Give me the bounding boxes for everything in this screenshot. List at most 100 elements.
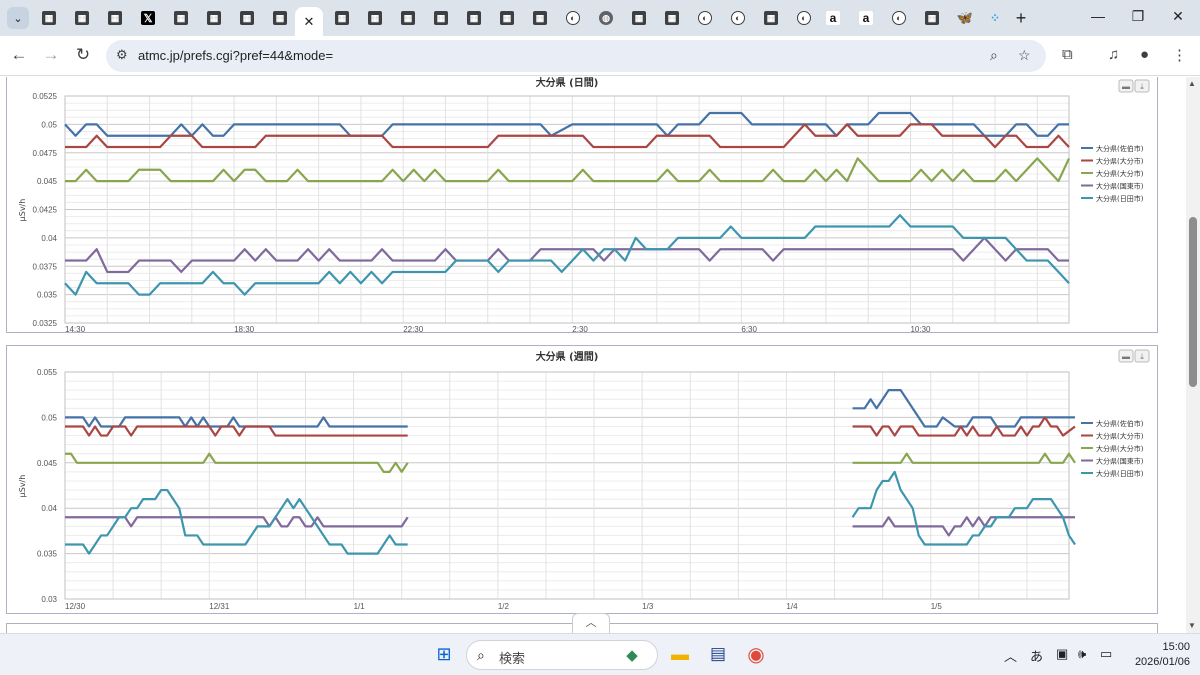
clock-date: 2026/01/06 — [1134, 656, 1190, 668]
address-bar[interactable]: ⚙ atmc.jp/prefs.cgi?pref=44&mode= ⌕ ☆ — [106, 40, 1046, 72]
tab[interactable]: a — [855, 7, 877, 29]
chart-title: 大分県 (週間) — [536, 350, 599, 363]
tab[interactable]: ◐ — [727, 7, 749, 29]
notepad-icon[interactable]: ▤ — [706, 642, 730, 666]
forward-arrow-icon[interactable]: → — [40, 45, 62, 65]
site-favicon-icon: ▦ — [500, 11, 514, 25]
close-icon[interactable]: ✕ — [304, 14, 315, 30]
scroll-to-top-button[interactable]: ︿ — [572, 613, 610, 633]
page-scrollbar[interactable]: ▲ ▼ — [1186, 77, 1200, 633]
x-tick-label: 1/3 — [642, 602, 654, 611]
restore-icon[interactable]: ❐ — [1128, 8, 1148, 25]
url-text[interactable]: atmc.jp/prefs.cgi?pref=44&mode= — [138, 48, 333, 63]
network-icon[interactable]: ▣ — [1056, 646, 1068, 662]
tab[interactable]: ▦ — [104, 7, 126, 29]
tab[interactable]: ▦ — [364, 7, 386, 29]
menu-kebab-icon[interactable]: ⋮ — [1172, 46, 1187, 64]
tab[interactable]: ▦ — [236, 7, 258, 29]
site-info-icon[interactable]: ⚙ — [116, 47, 128, 63]
tab[interactable]: ▦ — [203, 7, 225, 29]
circle-favicon-icon: ◐ — [797, 11, 811, 25]
scroll-up-icon[interactable]: ▲ — [1188, 79, 1196, 88]
media-controls-icon[interactable]: ♫ — [1108, 46, 1119, 63]
tab[interactable]: ▦ — [397, 7, 419, 29]
tab[interactable]: ▦ — [760, 7, 782, 29]
tab[interactable]: ▦ — [170, 7, 192, 29]
x-tick-label: 10:30 — [910, 325, 931, 334]
tab[interactable]: ▦ — [38, 7, 60, 29]
x-tick-label: 1/2 — [498, 602, 510, 611]
weekly-chart: 0.03 0.035 0.04 0.045 0.05 0.055 12/30 12/31 1/1… — [18, 349, 1150, 611]
tab[interactable]: ▦ — [628, 7, 650, 29]
legend-label: 大分県(佐伯市) — [1096, 144, 1144, 153]
browser-toolbar: ← → ↻ ⚙ atmc.jp/prefs.cgi?pref=44&mode= … — [0, 36, 1200, 76]
tab[interactable]: ▦ — [331, 7, 353, 29]
tab[interactable]: ▦ — [529, 7, 551, 29]
tab[interactable]: ◐ — [694, 7, 716, 29]
file-explorer-icon[interactable]: ▬ — [668, 642, 692, 666]
x-tick-label: 12/31 — [209, 602, 230, 611]
plot-area-border — [64, 371, 1070, 600]
tab[interactable]: ▦ — [430, 7, 452, 29]
tab[interactable]: a — [822, 7, 844, 29]
scroll-down-icon[interactable]: ▼ — [1188, 621, 1196, 630]
y-tick-label: 0.045 — [37, 459, 58, 468]
tab-search-button[interactable]: ⌄ — [7, 7, 29, 29]
windows-start-icon[interactable]: ⊞ — [432, 642, 456, 666]
tab-strip: ⌄ ▦ ▦ ▦ 𝕏 ▦ ▦ ▦ ▦ ✕ ▦ ▦ ▦ ▦ ▦ ▦ ▦ ◐ ◍ ▦ … — [0, 0, 1200, 36]
tab[interactable]: ◐ — [793, 7, 815, 29]
tab[interactable]: 🦋 — [954, 7, 976, 29]
tab-active[interactable]: ✕ — [295, 7, 323, 36]
series-line — [65, 157, 1070, 183]
close-window-icon[interactable]: ✕ — [1168, 8, 1188, 25]
series-line — [65, 416, 408, 428]
battery-icon[interactable]: ▭ — [1100, 646, 1112, 662]
tab[interactable]: 𝕏 — [137, 7, 159, 29]
legend-label: 大分県(大分市) — [1096, 444, 1144, 453]
site-favicon-icon: ▦ — [108, 11, 122, 25]
x-logo-icon: 𝕏 — [141, 11, 155, 25]
x-tick-label: 22:30 — [403, 325, 424, 334]
reload-icon[interactable]: ↻ — [72, 45, 94, 65]
tab[interactable]: ◐ — [888, 7, 910, 29]
tab[interactable]: ◍ — [595, 7, 617, 29]
site-favicon-icon: ▦ — [368, 11, 382, 25]
tab[interactable]: ▦ — [269, 7, 291, 29]
widgets-icon[interactable]: ◆ — [620, 643, 644, 667]
chevron-up-icon[interactable]: ︿ — [1004, 646, 1017, 665]
new-tab-button[interactable]: + — [1010, 7, 1032, 29]
tab[interactable]: ▦ — [661, 7, 683, 29]
butterfly-icon: 🦋 — [956, 10, 974, 25]
y-tick-label: 0.035 — [37, 550, 58, 559]
tab[interactable]: ▦ — [71, 7, 93, 29]
clock[interactable]: 15:00 2026/01/06 — [1120, 640, 1190, 670]
chrome-icon[interactable]: ◉ — [744, 642, 768, 666]
legend-label: 大分県(大分市) — [1096, 169, 1144, 178]
y-tick-label: 0.04 — [41, 504, 57, 513]
printer-icon: ▬ — [1122, 352, 1130, 361]
profile-avatar-icon[interactable]: ● — [1140, 46, 1149, 63]
y-axis-label: μSv/h — [18, 199, 27, 222]
y-tick-label: 0.05 — [41, 120, 57, 129]
tab[interactable]: ⁘ — [984, 7, 1006, 29]
extensions-icon[interactable]: ⧉ — [1062, 46, 1073, 63]
volume-icon[interactable]: 🕪 — [1078, 646, 1086, 662]
minimize-icon[interactable]: — — [1088, 8, 1108, 24]
tab[interactable]: ▦ — [921, 7, 943, 29]
x-tick-label: 12/30 — [65, 602, 86, 611]
legend-label: 大分県(国東市) — [1096, 182, 1144, 191]
bookmark-star-icon[interactable]: ☆ — [1018, 47, 1031, 64]
scroll-thumb[interactable] — [1189, 217, 1197, 387]
tab[interactable]: ▦ — [496, 7, 518, 29]
download-icon: ⤓ — [1140, 82, 1144, 91]
ime-indicator[interactable]: あ — [1030, 646, 1043, 665]
y-tick-label: 0.055 — [37, 368, 58, 377]
chevron-down-icon: ⌄ — [13, 12, 23, 25]
site-favicon-icon: ▦ — [764, 11, 778, 25]
back-arrow-icon[interactable]: ← — [8, 45, 30, 65]
x-tick-label: 1/4 — [786, 602, 798, 611]
tab[interactable]: ◐ — [562, 7, 584, 29]
daily-chart: 0.0325 0.035 0.0375 0.04 0.0425 0.045 0.0475 0.… — [18, 77, 1150, 334]
zoom-icon[interactable]: ⌕ — [990, 47, 998, 64]
tab[interactable]: ▦ — [463, 7, 485, 29]
